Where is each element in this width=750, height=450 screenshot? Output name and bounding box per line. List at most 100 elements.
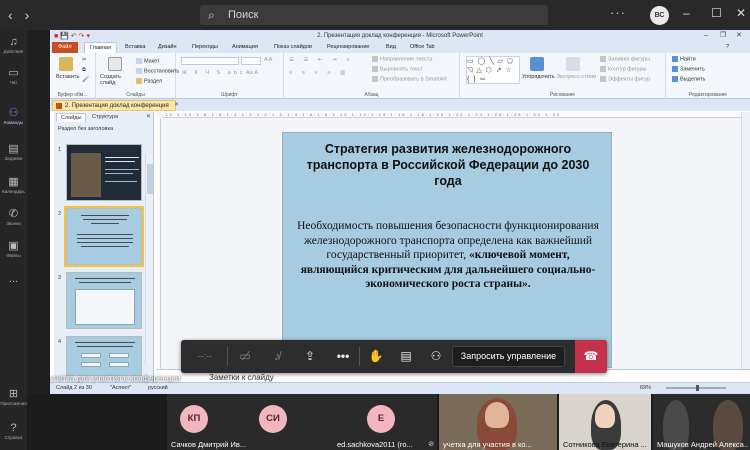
participant-video-tile[interactable]: Сотникова Екатерина ...: [559, 394, 651, 450]
rail-item-calendar[interactable]: ▦ Календарь: [0, 176, 27, 194]
arrange-button[interactable]: Упорядочить: [522, 74, 555, 80]
scrollbar-thumb[interactable]: [147, 164, 153, 194]
tab-design[interactable]: Дизайн: [158, 42, 177, 53]
find-button[interactable]: Найти: [672, 56, 696, 62]
format-painter-icon[interactable]: 🖌: [82, 77, 89, 83]
tab-review[interactable]: Рецензирование: [327, 42, 369, 53]
share-screen-icon[interactable]: ⇪: [293, 340, 327, 373]
font-format-buttons[interactable]: Ж К Ч S abc: [182, 70, 246, 76]
search-input[interactable]: ⌕ Поиск: [200, 5, 548, 25]
language-indicator[interactable]: русский: [148, 383, 168, 394]
copy-icon[interactable]: ⧉: [82, 67, 86, 74]
shapes-gallery[interactable]: ▭ ◯ ╲ ▱ ⬠ ◹ △ ⬡ ↗ ☆ { } ⇦: [466, 56, 520, 84]
rail-item-calls[interactable]: ✆ Звонки: [0, 208, 27, 226]
text-direction-button[interactable]: Направление текста: [372, 56, 432, 62]
slide-canvas[interactable]: Стратегия развития железнодорожного тран…: [282, 132, 612, 368]
section-header[interactable]: Раздел без заголовка: [58, 126, 113, 132]
slide-thumbnail-2[interactable]: [64, 206, 144, 267]
tab-home[interactable]: Главная: [84, 42, 117, 53]
new-slide-button[interactable]: Создать слайд: [100, 74, 132, 86]
tab-view[interactable]: Вид: [386, 42, 396, 53]
participant-tile[interactable]: Е ed.sachkova2011 (го... ⊘: [333, 394, 437, 450]
slide-thumbnail-3[interactable]: [66, 272, 142, 329]
tab-outline[interactable]: Структура: [88, 113, 122, 122]
participant-name: ed.sachkova2011 (го...: [337, 440, 413, 449]
layout-icon: [136, 58, 142, 64]
slide-title[interactable]: Стратегия развития железнодорожного тран…: [298, 141, 598, 189]
rail-item-activity[interactable]: ♫ Действия: [0, 36, 27, 54]
rail-item-teams[interactable]: ⚇ Команды: [0, 107, 27, 125]
rail-item-help[interactable]: ? Справка: [0, 422, 27, 440]
font-color-icon[interactable]: Аа A: [246, 70, 258, 76]
maximize-button[interactable]: ☐: [711, 6, 722, 20]
ppt-minimize-button[interactable]: –: [704, 30, 708, 42]
request-control-button[interactable]: Запросить управление: [452, 346, 565, 367]
close-panel-icon[interactable]: ✕: [146, 113, 151, 120]
rail-item-more[interactable]: ...: [0, 273, 27, 286]
ppt-close-button[interactable]: ✕: [736, 30, 742, 42]
text-direction-label: Направление текста: [380, 56, 433, 63]
raise-hand-icon[interactable]: ✋: [361, 340, 391, 373]
reset-button[interactable]: Восстановить: [136, 68, 179, 74]
slide-body-text[interactable]: Необходимость повышения безопасности фун…: [297, 219, 599, 292]
rail-item-chat[interactable]: ▭ Чат: [0, 67, 27, 85]
tab-transitions[interactable]: Переходы: [192, 42, 218, 53]
document-tab[interactable]: 2. Презентация доклад конференция: [52, 100, 176, 111]
tab-slides[interactable]: Слайды: [56, 113, 87, 122]
smartart-button[interactable]: Преобразовать в SmartArt: [372, 76, 447, 82]
participants-icon[interactable]: ⚇: [421, 340, 451, 373]
rail-item-apps[interactable]: ⊞ Приложения: [0, 388, 27, 406]
zoom-slider-handle[interactable]: [696, 385, 699, 391]
minimize-button[interactable]: –: [683, 6, 690, 20]
tab-animation[interactable]: Анимация: [232, 42, 258, 53]
back-arrow-icon[interactable]: ‹: [8, 7, 13, 23]
replace-button[interactable]: Заменить: [672, 66, 705, 72]
rail-item-files[interactable]: ▣ Файлы: [0, 240, 27, 258]
profile-avatar[interactable]: ВС: [650, 6, 669, 25]
thumbnails-scrollbar[interactable]: [145, 154, 153, 364]
font-name-select[interactable]: [181, 57, 239, 65]
close-window-button[interactable]: ✕: [736, 6, 746, 20]
zoom-level[interactable]: 69%: [640, 383, 651, 394]
camera-off-icon[interactable]: ▭̸: [229, 340, 261, 373]
group-label: Рисование: [549, 92, 576, 98]
cut-icon[interactable]: ✂: [82, 57, 87, 63]
tab-file[interactable]: Файл: [52, 42, 78, 53]
teams-icon: ⚇: [8, 107, 19, 119]
layout-button[interactable]: Макет: [136, 58, 160, 64]
rail-item-assignments[interactable]: ▤ Задания: [0, 143, 27, 161]
align-text-button[interactable]: Выровнять текст: [372, 66, 423, 72]
shape-outline-button[interactable]: Контур фигуры: [600, 66, 646, 72]
help-icon[interactable]: ?: [726, 42, 729, 53]
participant-video-tile[interactable]: Машуков Андрей Алекса...: [653, 394, 750, 450]
quick-styles-button[interactable]: Экспресс-стили: [556, 74, 596, 80]
layout-label: Макет: [144, 58, 160, 65]
more-actions-icon[interactable]: •••: [327, 340, 359, 373]
participant-video-tile[interactable]: учетка для участия в ко...: [439, 394, 557, 450]
tab-office-tab[interactable]: Office Tab: [410, 42, 435, 53]
font-size-select[interactable]: [241, 57, 261, 65]
align-buttons[interactable]: ≡ ≡ ≡ ≡ ▥: [289, 70, 349, 76]
select-button[interactable]: Выделить: [672, 76, 705, 82]
slide-thumbnail-1[interactable]: [66, 144, 142, 201]
section-button[interactable]: Раздел: [136, 78, 162, 84]
close-tab-icon[interactable]: ✕: [174, 101, 179, 108]
vertical-scrollbar[interactable]: [741, 112, 750, 382]
tab-slideshow[interactable]: Показ слайдов: [274, 42, 312, 53]
screen: ‹ › ⌕ Поиск ··· ВС – ☐ ✕ ♫ Действия ▭ Чат ⚇…: [0, 0, 750, 450]
more-options-icon[interactable]: ···: [610, 5, 626, 20]
paste-button[interactable]: Вставить: [56, 74, 79, 80]
tab-insert[interactable]: Вставка: [125, 42, 145, 53]
shape-fill-button[interactable]: Заливка фигуры: [600, 56, 650, 62]
ppt-restore-button[interactable]: ❐: [720, 30, 726, 42]
mic-off-icon[interactable]: ♪̸: [261, 340, 293, 373]
chat-icon[interactable]: ▤: [391, 340, 421, 373]
hang-up-button[interactable]: ☎: [575, 340, 607, 373]
grow-font-icon[interactable]: A A: [264, 57, 272, 63]
shape-effects-button[interactable]: Эффекты фигур: [600, 76, 650, 82]
list-buttons[interactable]: ☰ ☰ ⇤ ⇥ ≡: [289, 57, 353, 63]
forward-arrow-icon[interactable]: ›: [25, 7, 30, 23]
participant-tile[interactable]: СИ: [253, 394, 333, 450]
slide-thumbnail-4[interactable]: [66, 336, 142, 376]
slide-counter: Слайд 2 из 30: [56, 385, 92, 391]
